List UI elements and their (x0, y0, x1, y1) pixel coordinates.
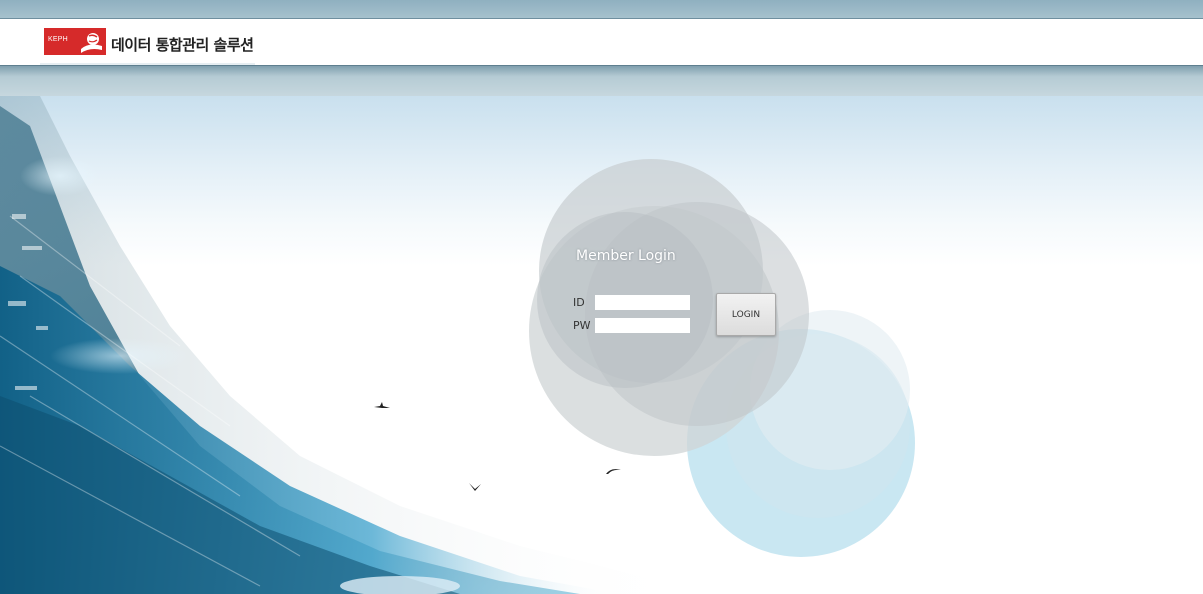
login-title: Member Login (576, 248, 676, 264)
nav-bar (0, 65, 1203, 96)
bird-icon (469, 483, 481, 491)
pw-label: PW (573, 319, 591, 332)
hero-background (0, 96, 1203, 594)
book-logo-icon (77, 28, 106, 55)
login-button[interactable]: LOGIN (716, 293, 776, 336)
brand-logo[interactable]: KEPH (44, 28, 106, 55)
bird-icon (606, 469, 621, 474)
logo-badge: KEPH (44, 28, 80, 55)
login-page: KEPH 데이터 통합관리 솔루션 Member Login ID PW LOG… (0, 0, 1203, 594)
id-label: ID (573, 296, 585, 309)
header: KEPH 데이터 통합관리 솔루션 (0, 19, 1203, 65)
top-strip (0, 0, 1203, 19)
id-input[interactable] (595, 295, 690, 310)
pw-input[interactable] (595, 318, 690, 333)
bird-icon (374, 402, 390, 408)
hero-illustration (0, 96, 700, 594)
logo-text: KEPH (48, 36, 68, 43)
app-title: 데이터 통합관리 솔루션 (111, 36, 254, 54)
